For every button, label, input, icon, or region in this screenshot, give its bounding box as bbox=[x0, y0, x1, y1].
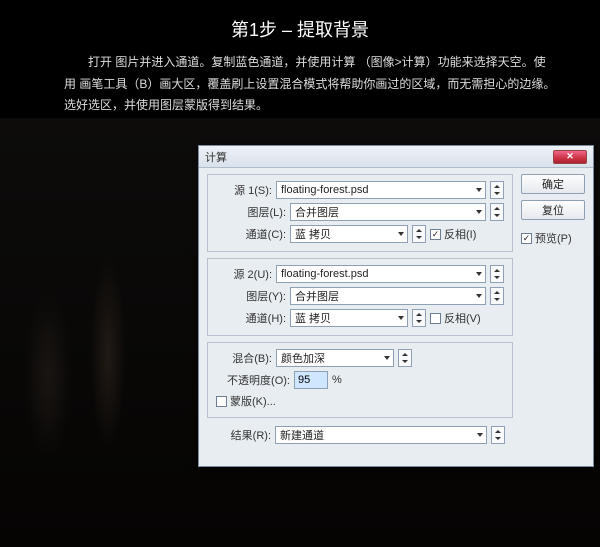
checkbox-icon: ✓ bbox=[521, 233, 532, 244]
source1-layer-select[interactable]: 合并图层 bbox=[290, 203, 486, 221]
blend-mode-value: 颜色加深 bbox=[281, 350, 325, 366]
source2-group: 源 2(U): floating-forest.psd 图层(Y): 合并图层 … bbox=[207, 258, 513, 336]
source2-channel-label: 通道(H): bbox=[216, 310, 286, 326]
checkbox-icon bbox=[430, 313, 441, 324]
source1-label: 源 1(S): bbox=[216, 182, 272, 198]
source1-layer-value: 合并图层 bbox=[295, 204, 339, 220]
ok-button[interactable]: 确定 bbox=[521, 174, 585, 194]
source1-file-value: floating-forest.psd bbox=[281, 184, 368, 196]
titlebar-text: 计算 bbox=[205, 149, 553, 165]
close-icon: ✕ bbox=[566, 152, 574, 161]
result-group: 结果(R): 新建通道 bbox=[207, 424, 513, 452]
titlebar[interactable]: 计算 ✕ bbox=[199, 146, 593, 168]
source2-invert-label: 反相(V) bbox=[444, 310, 481, 326]
source1-group: 源 1(S): floating-forest.psd 图层(L): 合并图层 … bbox=[207, 174, 513, 252]
preview-checkbox[interactable]: ✓ 预览(P) bbox=[521, 230, 585, 246]
source1-invert-checkbox[interactable]: ✓ 反相(I) bbox=[430, 226, 476, 242]
stepper-icon[interactable] bbox=[412, 309, 426, 327]
stepper-icon[interactable] bbox=[491, 426, 505, 444]
close-button[interactable]: ✕ bbox=[553, 150, 587, 164]
source1-channel-value: 蓝 拷贝 bbox=[295, 226, 331, 242]
blend-group: 混合(B): 颜色加深 不透明度(O): 95 % 蒙版(K)... bbox=[207, 342, 513, 418]
source2-channel-select[interactable]: 蓝 拷贝 bbox=[290, 309, 408, 327]
source1-channel-select[interactable]: 蓝 拷贝 bbox=[290, 225, 408, 243]
stepper-icon[interactable] bbox=[490, 203, 504, 221]
calculations-dialog: 计算 ✕ 源 1(S): floating-forest.psd 图层(L): … bbox=[198, 145, 594, 467]
result-select[interactable]: 新建通道 bbox=[275, 426, 487, 444]
opacity-input[interactable]: 95 bbox=[294, 371, 328, 389]
source2-channel-value: 蓝 拷贝 bbox=[295, 310, 331, 326]
preview-label: 预览(P) bbox=[535, 230, 572, 246]
checkbox-icon: ✓ bbox=[430, 229, 441, 240]
source2-file-select[interactable]: floating-forest.psd bbox=[276, 265, 486, 283]
source2-file-value: floating-forest.psd bbox=[281, 268, 368, 280]
page-title: 第1步 – 提取背景 bbox=[0, 0, 600, 52]
source1-channel-label: 通道(C): bbox=[216, 226, 286, 242]
source2-invert-checkbox[interactable]: 反相(V) bbox=[430, 310, 481, 326]
mask-label: 蒙版(K)... bbox=[230, 393, 276, 409]
reset-button[interactable]: 复位 bbox=[521, 200, 585, 220]
source2-layer-label: 图层(Y): bbox=[216, 288, 286, 304]
result-value: 新建通道 bbox=[280, 427, 324, 443]
checkbox-icon bbox=[216, 396, 227, 407]
source2-layer-value: 合并图层 bbox=[295, 288, 339, 304]
source1-invert-label: 反相(I) bbox=[444, 226, 476, 242]
source2-label: 源 2(U): bbox=[216, 266, 272, 282]
source1-layer-label: 图层(L): bbox=[216, 204, 286, 220]
opacity-label: 不透明度(O): bbox=[216, 372, 290, 388]
mask-checkbox[interactable]: 蒙版(K)... bbox=[216, 393, 276, 409]
result-label: 结果(R): bbox=[215, 427, 271, 443]
blend-label: 混合(B): bbox=[216, 350, 272, 366]
stepper-icon[interactable] bbox=[490, 265, 504, 283]
blend-mode-select[interactable]: 颜色加深 bbox=[276, 349, 394, 367]
percent-label: % bbox=[332, 374, 342, 386]
source2-layer-select[interactable]: 合并图层 bbox=[290, 287, 486, 305]
stepper-icon[interactable] bbox=[398, 349, 412, 367]
stepper-icon[interactable] bbox=[412, 225, 426, 243]
stepper-icon[interactable] bbox=[490, 181, 504, 199]
source1-file-select[interactable]: floating-forest.psd bbox=[276, 181, 486, 199]
stepper-icon[interactable] bbox=[490, 287, 504, 305]
